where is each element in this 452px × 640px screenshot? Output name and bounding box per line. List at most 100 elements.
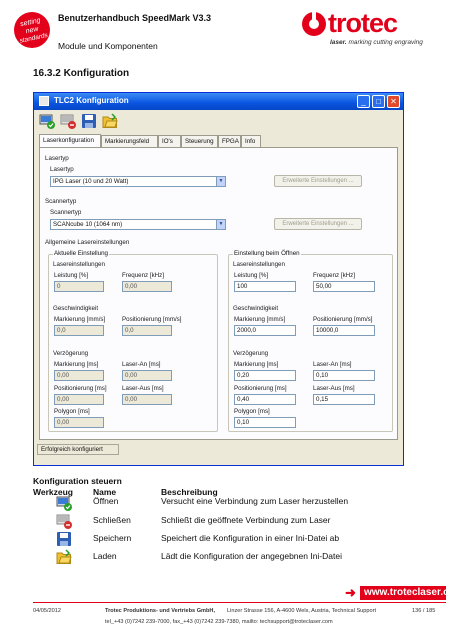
row-desc-schliessen: Schließt die geöffnete Verbindung zum La… [161,515,331,525]
oeffnen-frequenz-input[interactable]: 50,00 [313,281,375,292]
aktuell-polygon-label: Polygon [ms] [54,408,90,415]
oeffnen-frequenz-label: Frequenz [kHz] [313,272,355,279]
website-url[interactable]: www.troteclaser.com [364,587,452,598]
disconnect-icon [56,513,72,529]
aktuell-laser-group-title: Lasereinstellungen [53,261,105,268]
load-icon [56,549,72,565]
footer-date: 04/05/2012 [33,608,61,614]
logo-tagline: laser. marking cutting engraving [330,39,423,46]
oeffnen-leistung-input[interactable]: 100 [234,281,296,292]
document-title: Benutzerhandbuch SpeedMark V3.3 [58,13,212,23]
oeffnen-leistung-label: Leistung [%] [234,272,269,279]
load-icon[interactable] [102,113,118,129]
lasertyp-label: Lasertyp [50,166,74,173]
document-subtitle: Module und Komponenten [58,41,158,51]
aktuelle-einstellung-group: Aktuelle Einstellung Lasereinstellungen … [48,250,218,432]
aktuell-laser-an-label: Laser-An [ms] [122,361,161,368]
row-name-laden: Laden [93,551,117,561]
arrow-right-icon: ➜ [345,585,356,600]
oeffnen-verzoegerung-title: Verzögerung [233,350,269,357]
steuern-heading: Konfiguration steuern [33,476,122,486]
tab-info[interactable]: Info [241,135,261,147]
aktuell-laser-aus-label: Laser-Aus [ms] [122,385,164,392]
chevron-down-icon: ▼ [216,177,225,186]
erweiterte-einstellungen-scanner-button[interactable]: Erweiterte Einstellungen ... [274,218,362,230]
chevron-down-icon: ▼ [216,220,225,229]
oeffnen-laser-aus-label: Laser-Aus [ms] [313,385,355,392]
oeffnen-geschwindigkeit-title: Geschwindigkeit [233,305,279,312]
setting-new-standards-badge: setting new standards [12,10,52,50]
aktuell-leistung-label: Leistung [%] [54,272,89,279]
oeffnen-laser-group-title: Lasereinstellungen [233,261,285,268]
dialog-title: TLC2 Konfiguration [54,96,129,105]
trotec-logo: trotec laser. marking cutting engraving [300,8,442,50]
footer-contact: tel_+43 (0)7242 239-7000, fax_+43 (0)724… [105,619,333,625]
aktuell-vmark-field: 0,00 [54,370,104,381]
aktuell-laser-an-field: 0,00 [122,370,172,381]
row-name-oeffnen: Öffnen [93,496,119,506]
oeffnen-markierung-label: Markierung [mm/s] [234,316,286,323]
row-name-speichern: Speichern [93,533,132,543]
scannertyp-select[interactable]: SCANcube 10 (1064 nm) ▼ [50,219,226,230]
oeffnen-vpos-input[interactable]: 0,40 [234,394,296,405]
erweiterte-einstellungen-laser-button[interactable]: Erweiterte Einstellungen ... [274,175,362,187]
aktuell-polygon-field: 0,00 [54,417,104,428]
save-icon[interactable] [81,113,97,129]
connect-icon[interactable] [39,113,55,129]
lasertyp-select[interactable]: IPG Laser (10 und 20 Watt) ▼ [50,176,226,187]
tab-page-laserkonfiguration: Lasertyp Lasertyp IPG Laser (10 und 20 W… [39,147,398,440]
einstellung-beim-oeffnen-title: Einstellung beim Öffnen [233,250,301,257]
lasertyp-group-title: Lasertyp [45,155,69,162]
aktuell-positionierung-label: Positionierung [mm/s] [122,316,182,323]
tab-fpga[interactable]: FPGA [218,135,241,147]
maximize-button[interactable]: □ [372,95,385,108]
einstellung-beim-oeffnen-group: Einstellung beim Öffnen Lasereinstellung… [228,250,393,432]
footer-divider [33,602,446,603]
oeffnen-laser-aus-input[interactable]: 0,15 [313,394,375,405]
disconnect-icon[interactable] [60,113,76,129]
close-button[interactable]: ✕ [387,95,400,108]
aktuelle-einstellung-title: Aktuelle Einstellung [53,250,110,257]
aktuell-frequenz-field: 0,00 [122,281,172,292]
aktuell-geschwindigkeit-title: Geschwindigkeit [53,305,99,312]
tab-markierungsfeld[interactable]: Markierungsfeld [101,135,158,147]
tab-ios[interactable]: IO's [158,135,181,147]
save-icon [56,531,72,547]
oeffnen-positionierung-input[interactable]: 10000,0 [313,325,375,336]
connect-icon [56,495,72,511]
logo-word: trotec [328,8,398,38]
tlc2-config-dialog: TLC2 Konfiguration _ □ ✕ Laserkonfigurat… [33,92,404,466]
oeffnen-polygon-input[interactable]: 0,10 [234,417,296,428]
aktuell-vpos-label: Positionierung [ms] [54,385,107,392]
oeffnen-markierung-input[interactable]: 2000,0 [234,325,296,336]
row-desc-speichern: Speichert die Konfiguration in einer Ini… [161,533,340,543]
oeffnen-vmark-input[interactable]: 0,20 [234,370,296,381]
oeffnen-polygon-label: Polygon [ms] [234,408,270,415]
scannertyp-label: Scannertyp [50,209,82,216]
footer-address: Linzer Strasse 156, A-4600 Wels, Austria… [227,608,377,614]
status-bar: Erfolgreich konfiguriert [37,444,119,455]
aktuell-laser-aus-field: 0,00 [122,394,172,405]
oeffnen-vpos-label: Positionierung [ms] [234,385,287,392]
allgemeine-group-title: Allgemeine Lasereinstellungen [45,239,130,246]
footer-page-number: 136 / 185 [412,608,436,614]
tab-steuerung[interactable]: Steuerung [181,135,218,147]
tab-laserkonfiguration[interactable]: Laserkonfiguration [39,134,101,148]
aktuell-vpos-field: 0,00 [54,394,104,405]
oeffnen-laser-an-input[interactable]: 0,10 [313,370,375,381]
aktuell-vmark-label: Markierung [ms] [54,361,99,368]
row-desc-laden: Lädt die Konfiguration der angegebnen In… [161,551,342,561]
footer-company: Trotec Produktions- und Vertriebs GmbH, [105,608,216,614]
aktuell-markierung-label: Markierung [mm/s] [54,316,106,323]
dialog-titlebar[interactable]: TLC2 Konfiguration _ □ ✕ [34,93,403,110]
aktuell-leistung-field: 0 [54,281,104,292]
oeffnen-laser-an-label: Laser-An [ms] [313,361,352,368]
aktuell-markierung-field: 0,0 [54,325,104,336]
aktuell-frequenz-label: Frequenz [kHz] [122,272,164,279]
aktuell-verzoegerung-title: Verzögerung [53,350,89,357]
minimize-button[interactable]: _ [357,95,370,108]
row-name-schliessen: Schließen [93,515,131,525]
scannertyp-group-title: Scannertyp [45,198,77,205]
dialog-toolbar [34,110,403,132]
section-title: 16.3.2 Konfiguration [33,68,130,79]
